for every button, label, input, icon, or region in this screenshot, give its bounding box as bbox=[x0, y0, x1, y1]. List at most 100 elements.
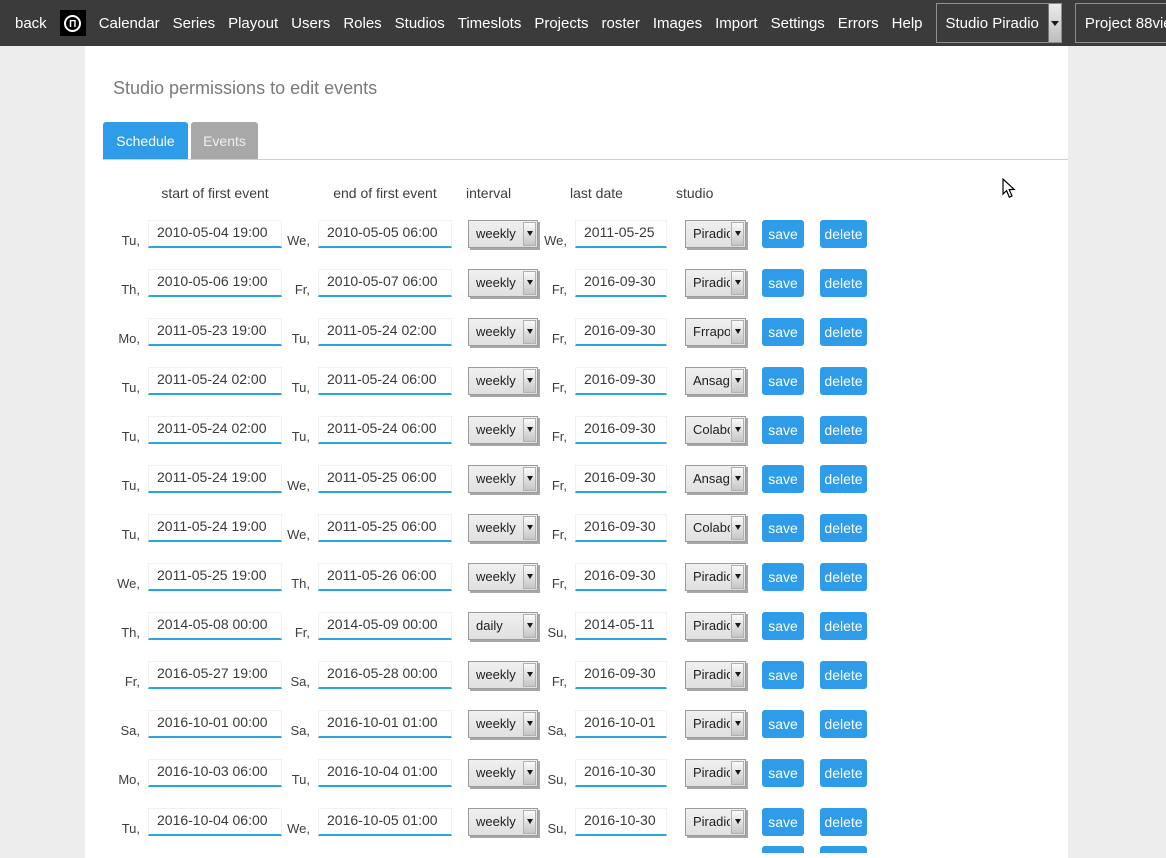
save-button[interactable]: save bbox=[762, 661, 804, 689]
nav-item[interactable]: Studios bbox=[395, 15, 445, 32]
nav-item[interactable]: Roles bbox=[343, 15, 381, 32]
end-datetime-input[interactable] bbox=[318, 416, 452, 444]
delete-button[interactable]: delete bbox=[820, 808, 867, 836]
last-date-input[interactable] bbox=[575, 808, 667, 836]
start-datetime-input[interactable] bbox=[148, 612, 282, 640]
delete-button[interactable]: delete bbox=[820, 563, 867, 591]
studio-select[interactable]: Piradio bbox=[685, 661, 746, 689]
delete-button[interactable]: delete bbox=[820, 318, 867, 346]
last-date-input[interactable] bbox=[575, 563, 667, 591]
end-datetime-input[interactable] bbox=[318, 318, 452, 346]
start-datetime-input[interactable] bbox=[148, 269, 282, 297]
save-button[interactable]: save bbox=[762, 465, 804, 493]
last-date-input[interactable] bbox=[575, 318, 667, 346]
studio-dropdown[interactable]: Studio Piradio bbox=[936, 3, 1062, 43]
save-button[interactable]: save bbox=[762, 563, 804, 591]
interval-select[interactable]: daily bbox=[468, 612, 538, 640]
studio-select[interactable]: Frrapo bbox=[685, 318, 746, 346]
save-button[interactable]: save bbox=[762, 367, 804, 395]
delete-button[interactable]: delete bbox=[820, 710, 867, 738]
delete-button[interactable]: delete bbox=[820, 465, 867, 493]
end-datetime-input[interactable] bbox=[318, 269, 452, 297]
nav-item[interactable]: Errors bbox=[838, 15, 879, 32]
studio-select[interactable]: Colabo bbox=[685, 416, 746, 444]
start-datetime-input[interactable] bbox=[148, 514, 282, 542]
delete-button[interactable]: delete bbox=[820, 220, 867, 248]
nav-item[interactable]: Help bbox=[892, 15, 923, 32]
save-button[interactable]: save bbox=[762, 710, 804, 738]
end-datetime-input[interactable] bbox=[318, 563, 452, 591]
delete-button[interactable]: delete bbox=[820, 612, 867, 640]
tab-schedule[interactable]: Schedule bbox=[103, 122, 188, 159]
nav-item[interactable]: Users bbox=[291, 15, 330, 32]
interval-select[interactable]: weekly bbox=[468, 220, 538, 248]
nav-back-link[interactable]: back bbox=[15, 15, 47, 32]
end-datetime-input[interactable] bbox=[318, 514, 452, 542]
end-datetime-input[interactable] bbox=[318, 759, 452, 787]
nav-item[interactable]: Settings bbox=[771, 15, 825, 32]
end-datetime-input[interactable] bbox=[318, 710, 452, 738]
studio-select[interactable]: Piradio bbox=[685, 759, 746, 787]
save-button[interactable]: save bbox=[762, 416, 804, 444]
save-button[interactable]: save bbox=[762, 808, 804, 836]
nav-item[interactable]: Timeslots bbox=[458, 15, 522, 32]
next-row-save-button-partial[interactable] bbox=[762, 846, 804, 853]
tab-events[interactable]: Events bbox=[191, 122, 258, 159]
interval-select[interactable]: weekly bbox=[468, 318, 538, 346]
studio-select[interactable]: Piradio bbox=[685, 710, 746, 738]
last-date-input[interactable] bbox=[575, 269, 667, 297]
delete-button[interactable]: delete bbox=[820, 759, 867, 787]
interval-select[interactable]: weekly bbox=[468, 269, 538, 297]
next-row-delete-button-partial[interactable] bbox=[820, 846, 867, 853]
studio-select[interactable]: Piradio bbox=[685, 269, 746, 297]
last-date-input[interactable] bbox=[575, 710, 667, 738]
start-datetime-input[interactable] bbox=[148, 367, 282, 395]
interval-select[interactable]: weekly bbox=[468, 759, 538, 787]
end-datetime-input[interactable] bbox=[318, 808, 452, 836]
end-datetime-input[interactable] bbox=[318, 612, 452, 640]
studio-select[interactable]: Piradio bbox=[685, 563, 746, 591]
interval-select[interactable]: weekly bbox=[468, 514, 538, 542]
last-date-input[interactable] bbox=[575, 759, 667, 787]
nav-item[interactable]: roster bbox=[602, 15, 640, 32]
delete-button[interactable]: delete bbox=[820, 269, 867, 297]
interval-select[interactable]: weekly bbox=[468, 808, 538, 836]
start-datetime-input[interactable] bbox=[148, 220, 282, 248]
last-date-input[interactable] bbox=[575, 661, 667, 689]
studio-select[interactable]: Piradio bbox=[685, 808, 746, 836]
nav-item[interactable]: Calendar bbox=[99, 15, 160, 32]
last-date-input[interactable] bbox=[575, 465, 667, 493]
nav-item[interactable]: Images bbox=[653, 15, 702, 32]
last-date-input[interactable] bbox=[575, 612, 667, 640]
interval-select[interactable]: weekly bbox=[468, 416, 538, 444]
interval-select[interactable]: weekly bbox=[468, 367, 538, 395]
last-date-input[interactable] bbox=[575, 367, 667, 395]
start-datetime-input[interactable] bbox=[148, 416, 282, 444]
interval-select[interactable]: weekly bbox=[468, 710, 538, 738]
save-button[interactable]: save bbox=[762, 612, 804, 640]
save-button[interactable]: save bbox=[762, 759, 804, 787]
studio-select[interactable]: Ansage bbox=[685, 465, 746, 493]
last-date-input[interactable] bbox=[575, 416, 667, 444]
delete-button[interactable]: delete bbox=[820, 416, 867, 444]
save-button[interactable]: save bbox=[762, 318, 804, 346]
piradio-logo-icon[interactable]: Π bbox=[60, 10, 86, 36]
delete-button[interactable]: delete bbox=[820, 367, 867, 395]
start-datetime-input[interactable] bbox=[148, 465, 282, 493]
end-datetime-input[interactable] bbox=[318, 220, 452, 248]
interval-select[interactable]: weekly bbox=[468, 465, 538, 493]
interval-select[interactable]: weekly bbox=[468, 661, 538, 689]
end-datetime-input[interactable] bbox=[318, 367, 452, 395]
studio-select[interactable]: Colabo bbox=[685, 514, 746, 542]
delete-button[interactable]: delete bbox=[820, 661, 867, 689]
save-button[interactable]: save bbox=[762, 514, 804, 542]
end-datetime-input[interactable] bbox=[318, 661, 452, 689]
studio-select[interactable]: Ansage bbox=[685, 367, 746, 395]
nav-item[interactable]: Import bbox=[715, 15, 758, 32]
save-button[interactable]: save bbox=[762, 220, 804, 248]
delete-button[interactable]: delete bbox=[820, 514, 867, 542]
nav-item[interactable]: Playout bbox=[228, 15, 278, 32]
project-dropdown[interactable]: Project 88vier bbox=[1075, 3, 1166, 43]
start-datetime-input[interactable] bbox=[148, 661, 282, 689]
nav-item[interactable]: Series bbox=[173, 15, 216, 32]
